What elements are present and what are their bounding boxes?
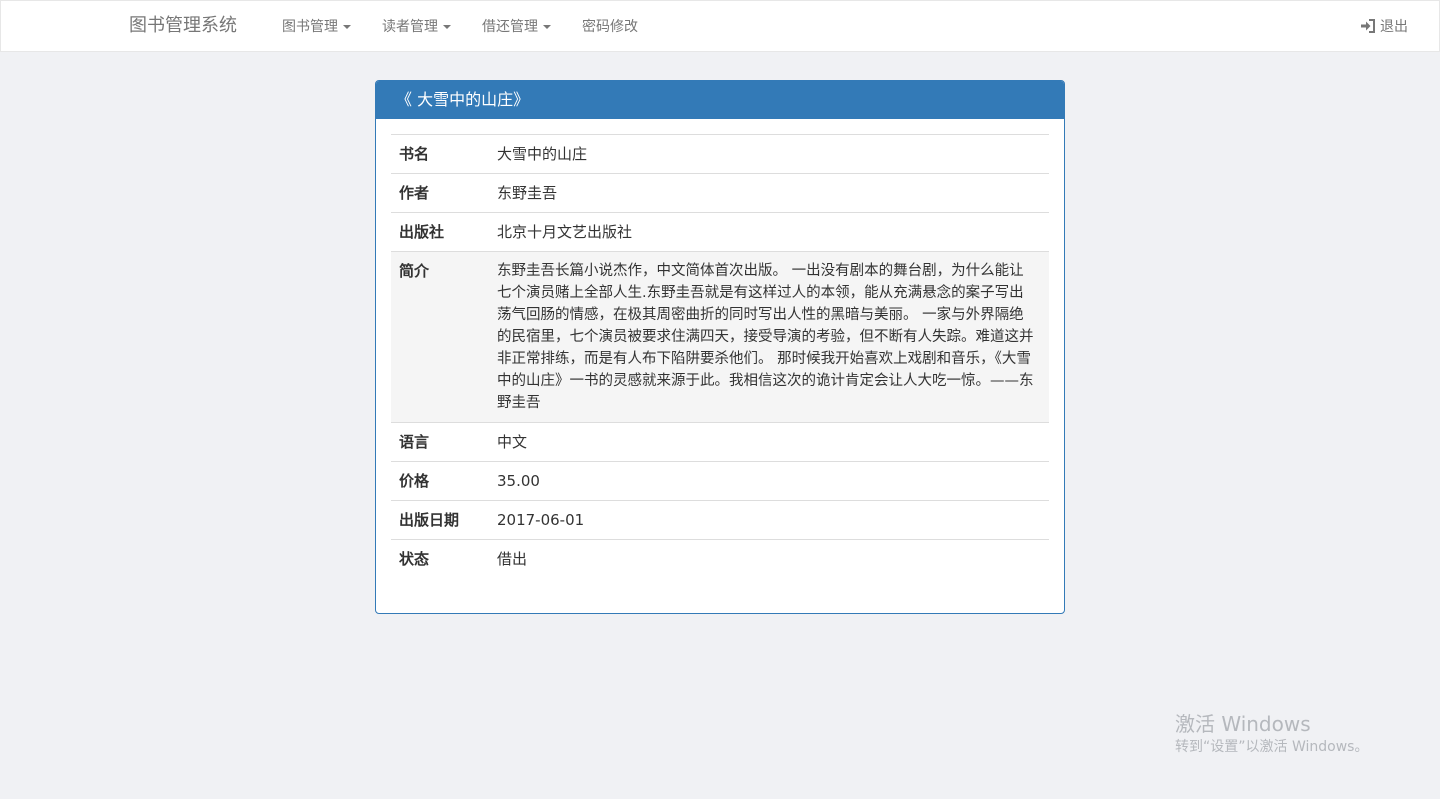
row-label: 出版社 [391, 212, 489, 252]
publisher-value: 北京十月文艺出版社 [489, 212, 1049, 252]
book-title-value: 大雪中的山庄 [489, 134, 1049, 174]
row-label: 出版日期 [391, 500, 489, 540]
watermark-title: 激活 Windows [1175, 712, 1311, 736]
table-row: 出版日期 2017-06-01 [391, 500, 1049, 540]
language-value: 中文 [489, 422, 1049, 462]
table-row: 出版社 北京十月文艺出版社 [391, 212, 1049, 252]
price-value: 35.00 [489, 461, 1049, 501]
top-navbar: 图书管理系统 图书管理 读者管理 借还管理 密码修改 退出 [0, 0, 1440, 52]
row-label: 作者 [391, 173, 489, 213]
status-value: 借出 [489, 539, 1049, 578]
introduction-value: 东野圭吾长篇小说杰作，中文简体首次出版。 一出没有剧本的舞台剧，为什么能让七个演… [489, 251, 1049, 423]
table-row: 书名 大雪中的山庄 [391, 134, 1049, 174]
nav-lend-management[interactable]: 借还管理 [482, 18, 551, 36]
caret-down-icon [343, 25, 351, 29]
logout-label: 退出 [1380, 19, 1408, 35]
author-value: 东野圭吾 [489, 173, 1049, 213]
nav-reader-management-label: 读者管理 [382, 19, 438, 35]
panel-title: 《 大雪中的山庄》 [376, 81, 1064, 119]
nav-book-management[interactable]: 图书管理 [282, 18, 351, 36]
log-in-icon [1361, 19, 1375, 33]
table-row: 状态 借出 [391, 539, 1049, 578]
table-row: 语言 中文 [391, 422, 1049, 462]
book-detail-table: 书名 大雪中的山庄 作者 东野圭吾 出版社 北京十月文艺出版社 简介 东野圭吾长… [391, 134, 1049, 578]
row-label: 简介 [391, 251, 489, 423]
table-row: 简介 东野圭吾长篇小说杰作，中文简体首次出版。 一出没有剧本的舞台剧，为什么能让… [391, 251, 1049, 423]
book-detail-panel: 《 大雪中的山庄》 书名 大雪中的山庄 作者 东野圭吾 出版社 北京十月文艺出版… [375, 80, 1065, 614]
table-row: 价格 35.00 [391, 461, 1049, 501]
row-label: 状态 [391, 539, 489, 578]
nav-password-change-label: 密码修改 [582, 19, 638, 35]
brand-title[interactable]: 图书管理系统 [129, 15, 237, 37]
publish-date-value: 2017-06-01 [489, 500, 1049, 540]
nav-reader-management[interactable]: 读者管理 [382, 18, 451, 36]
nav-book-management-label: 图书管理 [282, 19, 338, 35]
caret-down-icon [543, 25, 551, 29]
watermark-subtitle: 转到“设置”以激活 Windows。 [1175, 739, 1369, 755]
row-label: 价格 [391, 461, 489, 501]
table-row: 作者 东野圭吾 [391, 173, 1049, 213]
caret-down-icon [443, 25, 451, 29]
panel-body: 书名 大雪中的山庄 作者 东野圭吾 出版社 北京十月文艺出版社 简介 东野圭吾长… [376, 119, 1064, 578]
nav-password-change[interactable]: 密码修改 [582, 18, 638, 36]
row-label: 语言 [391, 422, 489, 462]
nav-lend-management-label: 借还管理 [482, 19, 538, 35]
windows-activation-watermark: 激活 Windows 转到“设置”以激活 Windows。 [1175, 711, 1368, 757]
row-label: 书名 [391, 134, 489, 174]
logout-link[interactable]: 退出 [1360, 18, 1408, 36]
